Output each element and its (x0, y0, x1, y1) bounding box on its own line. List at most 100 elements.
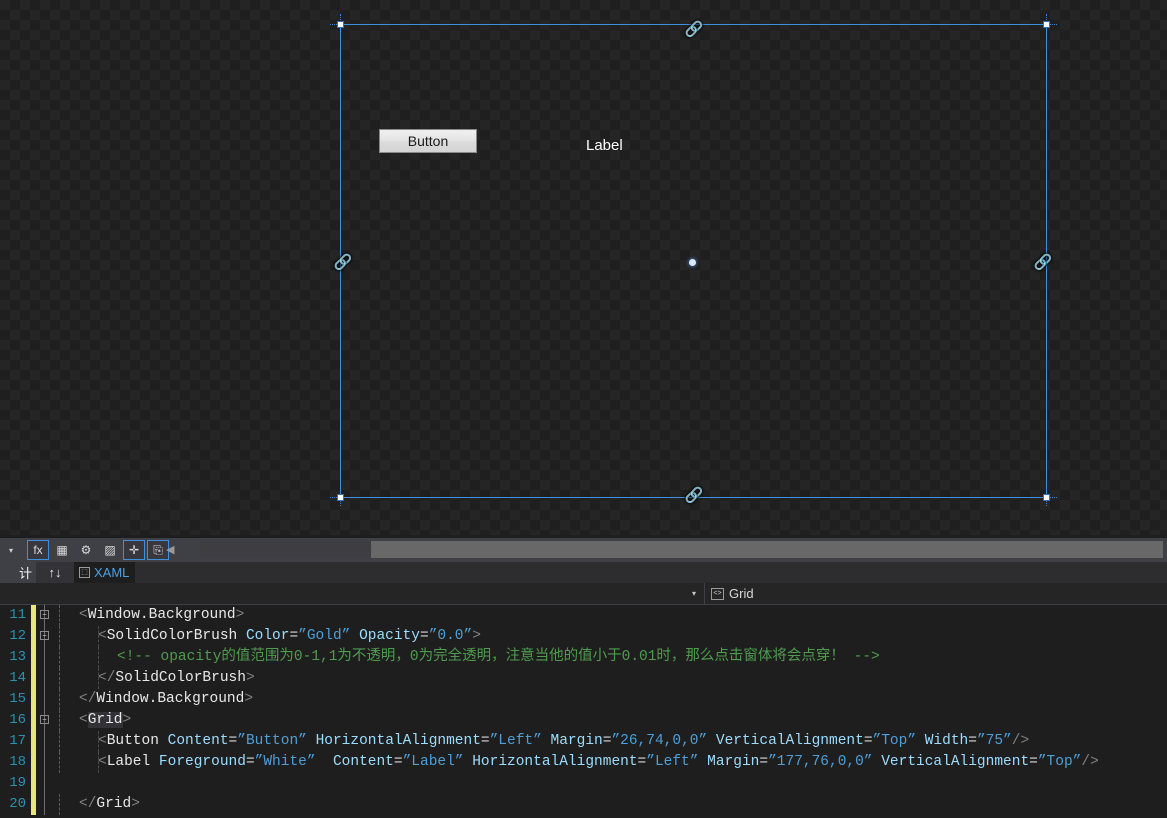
canvas-button-control[interactable]: Button (379, 129, 477, 153)
code-token: < (98, 733, 107, 749)
code-token: ”White” (254, 754, 316, 770)
tab-xaml-label: XAML (94, 565, 130, 580)
code-token: > (131, 796, 140, 812)
code-line[interactable]: 11 − <Window.Background> (0, 605, 1167, 626)
resize-handle-top-left[interactable] (337, 21, 344, 28)
code-token: /> (1081, 754, 1099, 770)
line-number: 12 (9, 628, 26, 644)
visual-studio-wpf-designer: 🔗 🔗 🔗 🔗 Button Label ▾ fx ▦ ⚙ ▨ ✛ ⎘ ◀ 计 … (0, 0, 1167, 818)
code-text: <SolidColorBrush Color=”Gold” Opacity=”0… (60, 626, 481, 647)
code-token: ”Top” (1037, 754, 1082, 770)
code-line[interactable]: 15 </Window.Background> (0, 689, 1167, 710)
tab-design[interactable]: 计 (0, 562, 36, 583)
code-token: ”0.0” (428, 628, 473, 644)
code-token: = (480, 733, 490, 749)
margin-anchor-left-chain-icon[interactable]: 🔗 (333, 252, 353, 274)
code-token: HorizontalAlignment (472, 754, 638, 770)
navbar-member-dropdown[interactable]: ▾ (0, 583, 705, 604)
code-line[interactable]: 20 </Grid> (0, 794, 1167, 815)
code-token: Foreground (158, 754, 246, 770)
navbar-element-dropdown[interactable]: <> Grid (706, 583, 754, 604)
code-token: < (79, 607, 88, 623)
xaml-code-editor[interactable]: 11− <Window.Background> 12− <SolidColorBrus… (0, 605, 1167, 818)
code-element-icon: <> (711, 587, 724, 600)
zoom-combo-caret-icon[interactable]: ▾ (0, 539, 22, 561)
margin-anchor-right-chain-icon[interactable]: 🔗 (1033, 252, 1053, 274)
code-token: Grid (87, 712, 123, 728)
code-text: <!-- opacity的值范围为0-1,1为不透明，0为完全透明，注意当他的值… (60, 647, 880, 668)
outlining-vertical-line (44, 794, 45, 815)
line-number: 16 (9, 712, 26, 728)
layout-center-dot[interactable] (689, 259, 696, 266)
outlining-vertical-line (44, 752, 45, 773)
code-token: ”Left” (489, 733, 542, 749)
line-number: 20 (9, 796, 26, 812)
transparency-grid-icon[interactable]: ▨ (99, 540, 121, 560)
design-surface-canvas[interactable]: 🔗 🔗 🔗 🔗 Button Label (0, 0, 1167, 535)
code-token: Window.Background (87, 607, 236, 623)
code-token: = (289, 628, 299, 644)
code-token: = (245, 754, 255, 770)
code-token: = (863, 733, 873, 749)
code-token: ”75” (976, 733, 1012, 749)
code-token: <!-- opacity的值范围为0-1,1为不透明，0为完全透明，注意当他的值… (117, 649, 880, 665)
code-token: Opacity (359, 628, 420, 644)
code-text: </SolidColorBrush> (60, 668, 255, 689)
code-token: VerticalAlignment (715, 733, 864, 749)
resize-handle-bottom-right[interactable] (1043, 494, 1050, 501)
collapse-outline-icon[interactable]: − (40, 610, 49, 619)
code-token: = (420, 628, 429, 644)
change-indicator-bar (31, 605, 36, 626)
collapse-outline-icon[interactable]: − (40, 631, 49, 640)
code-token: Width (924, 733, 969, 749)
margin-anchor-top-chain-icon[interactable]: 🔗 (684, 19, 704, 41)
code-line[interactable]: 19 (0, 773, 1167, 794)
tab-xaml[interactable]: ⬚ XAML (74, 562, 135, 583)
code-line[interactable]: 14 </SolidColorBrush> (0, 668, 1167, 689)
line-number: 17 (9, 733, 26, 749)
designer-horizontal-scrollbar-thumb[interactable] (371, 541, 1163, 558)
resize-handle-bottom-left[interactable] (337, 494, 344, 501)
code-line[interactable]: 17 <Button Content=”Button” HorizontalAli… (0, 731, 1167, 752)
canvas-label-control[interactable]: Label (586, 137, 623, 154)
code-line[interactable]: 18 <Label Foreground=”White” Content=”Lab… (0, 752, 1167, 773)
toolbar-collapse-arrow-icon[interactable]: ◀ (166, 543, 174, 556)
fx-icon[interactable]: fx (27, 540, 49, 560)
snap-to-guides-icon[interactable]: ✛ (123, 540, 145, 560)
code-line[interactable]: 16 − <Grid> (0, 710, 1167, 731)
code-token: = (1029, 754, 1038, 770)
outlining-vertical-line (44, 668, 45, 689)
code-text: <Label Foreground=”White” Content=”Label… (60, 752, 1099, 773)
code-token: = (968, 733, 977, 749)
swap-panes-icon[interactable]: ↑↓ (36, 562, 74, 583)
code-line[interactable]: 12 − <SolidColorBrush Color=”Gold” Opacity… (0, 626, 1167, 647)
gear-icon[interactable]: ⚙ (75, 540, 97, 560)
code-token: </ (98, 670, 116, 686)
code-token: HorizontalAlignment (315, 733, 481, 749)
code-token: ”Gold” (298, 628, 351, 644)
code-token: ”Label” (402, 754, 464, 770)
code-token: Grid (96, 796, 132, 812)
editor-tab-row (0, 562, 1167, 583)
code-token: > (122, 712, 132, 728)
collapse-outline-icon[interactable]: − (40, 715, 49, 724)
code-token: SolidColorBrush (115, 670, 246, 686)
code-text: <Window.Background> (60, 605, 244, 626)
margin-anchor-bottom-chain-icon[interactable]: 🔗 (684, 485, 704, 507)
code-text: </Window.Background> (60, 689, 253, 710)
code-token: > (245, 670, 255, 686)
chevron-down-icon[interactable]: ▾ (692, 589, 696, 598)
change-indicator-bar (31, 710, 36, 731)
outlining-vertical-line (44, 689, 45, 710)
code-token: = (393, 754, 403, 770)
code-line[interactable]: 13 <!-- opacity的值范围为0-1,1为不透明，0为完全透明，注意当他… (0, 647, 1167, 668)
resize-handle-top-right[interactable] (1043, 21, 1050, 28)
grid-view-icon[interactable]: ▦ (51, 540, 73, 560)
